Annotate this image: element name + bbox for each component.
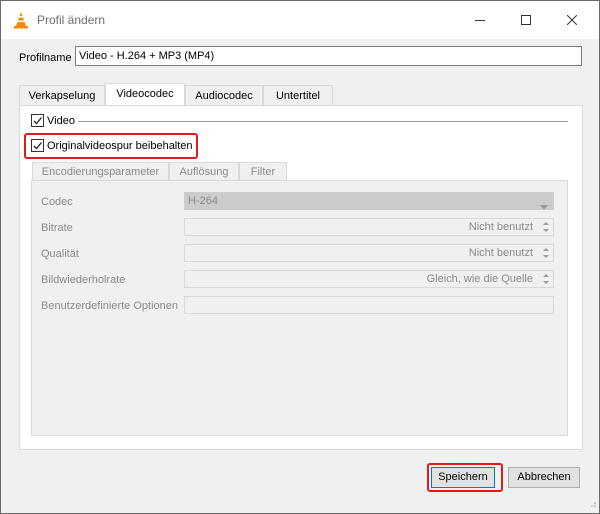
profile-name-label: Profilname xyxy=(19,52,72,64)
tab-verkapselung[interactable]: Verkapselung xyxy=(19,85,105,105)
save-button[interactable]: Speichern xyxy=(431,467,495,488)
quality-spinbox[interactable]: Nicht benutzt xyxy=(184,244,554,262)
framerate-value: Gleich, wie die Quelle xyxy=(426,273,533,285)
subtab-resolution[interactable]: Auflösung xyxy=(169,162,239,180)
maximize-button[interactable] xyxy=(503,1,549,39)
custom-options-label: Benutzerdefinierte Optionen xyxy=(41,300,178,312)
maximize-icon xyxy=(521,15,531,25)
window-title: Profil ändern xyxy=(37,13,106,27)
checkmark-icon xyxy=(33,117,42,125)
cancel-button[interactable]: Abbrechen xyxy=(508,467,580,488)
keep-original-checkbox[interactable] xyxy=(31,139,44,152)
close-icon xyxy=(567,15,577,25)
video-label: Video xyxy=(47,115,75,127)
resize-grip-icon[interactable] xyxy=(589,499,597,511)
subtab-encoding-params[interactable]: Encodierungsparameter xyxy=(32,162,169,180)
minimize-icon xyxy=(475,15,485,25)
close-button[interactable] xyxy=(549,1,595,39)
vlc-cone-icon xyxy=(13,11,29,29)
spin-arrows-icon xyxy=(541,246,551,260)
profile-name-input[interactable]: Video - H.264 + MP3 (MP4) xyxy=(75,46,582,66)
quality-label: Qualität xyxy=(41,248,79,260)
subtab-filter[interactable]: Filter xyxy=(239,162,287,180)
title-bar[interactable]: Profil ändern xyxy=(1,1,599,39)
checkmark-icon xyxy=(33,142,42,150)
tab-untertitel[interactable]: Untertitel xyxy=(263,85,333,105)
bitrate-spinbox[interactable]: Nicht benutzt xyxy=(184,218,554,236)
codec-combobox[interactable]: H-264 xyxy=(184,192,554,210)
custom-options-input[interactable] xyxy=(184,296,554,314)
minimize-button[interactable] xyxy=(457,1,503,39)
video-checkbox[interactable] xyxy=(31,114,44,127)
quality-value: Nicht benutzt xyxy=(468,247,533,259)
bitrate-label: Bitrate xyxy=(41,222,73,234)
codec-value: H-264 xyxy=(188,195,218,207)
codec-label: Codec xyxy=(41,196,73,208)
tab-videocodec[interactable]: Videocodec xyxy=(105,83,185,105)
spin-arrows-icon xyxy=(541,272,551,286)
dialog-window: Profil ändern Profilname Video - H.264 +… xyxy=(0,0,600,514)
chevron-down-icon xyxy=(540,199,548,215)
bitrate-value: Nicht benutzt xyxy=(468,221,533,233)
framerate-label: Bildwiederholrate xyxy=(41,274,126,286)
spin-arrows-icon xyxy=(541,220,551,234)
video-separator xyxy=(78,121,568,122)
keep-original-label: Originalvideospur beibehalten xyxy=(47,140,193,152)
tab-audiocodec[interactable]: Audiocodec xyxy=(185,85,263,105)
framerate-spinbox[interactable]: Gleich, wie die Quelle xyxy=(184,270,554,288)
